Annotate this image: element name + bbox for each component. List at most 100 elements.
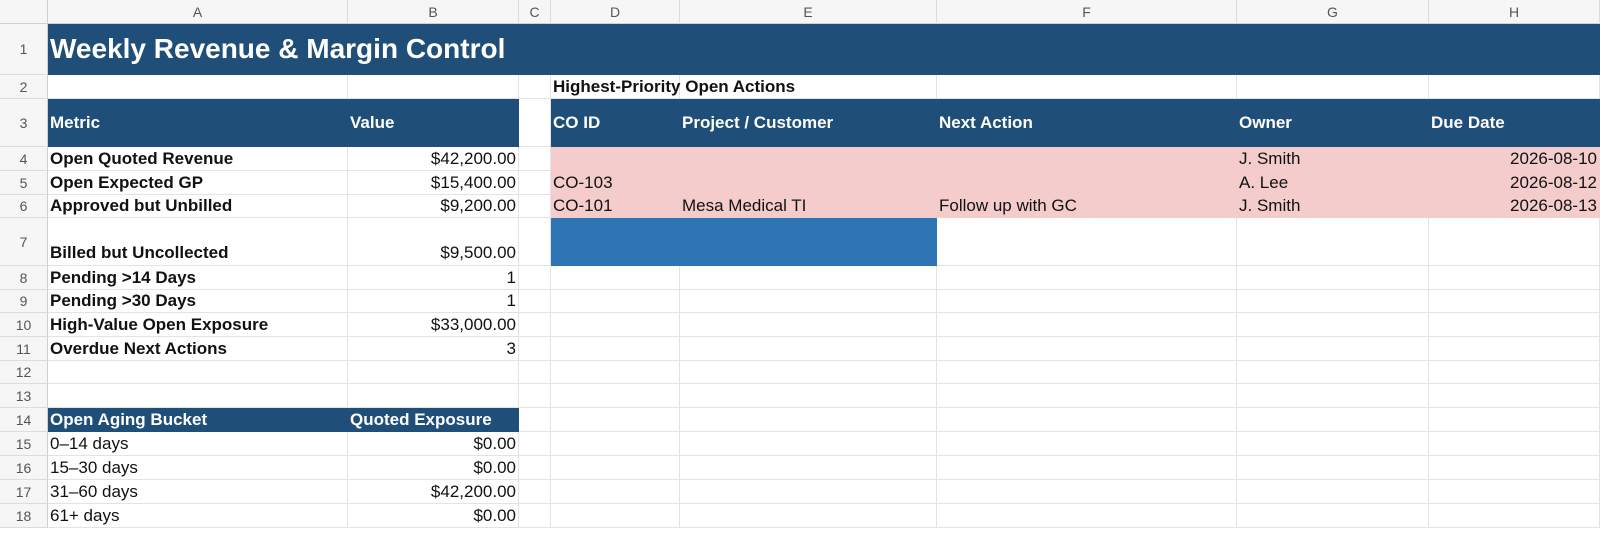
action-co-id-cell[interactable] (551, 147, 680, 171)
cell[interactable] (551, 456, 680, 480)
cell[interactable] (937, 432, 1237, 456)
cell[interactable] (937, 218, 1237, 266)
aging-bucket-label[interactable]: 0–14 days (48, 432, 348, 456)
cell[interactable] (551, 313, 680, 337)
metric-value[interactable]: $15,400.00 (348, 171, 519, 195)
action-next-action-cell[interactable]: Follow up with GC (937, 195, 1237, 218)
spreadsheet-grid[interactable]: A B C D E F G H 1 2 3 4 5 6 7 8 9 10 11 12 13 14 15 16 17 18 Weekl… (0, 0, 1600, 538)
value-header[interactable]: Value (348, 99, 519, 147)
selected-range[interactable] (551, 218, 937, 266)
aging-bucket-header[interactable]: Open Aging Bucket (48, 408, 348, 432)
row-header[interactable]: 12 (0, 361, 48, 384)
cell[interactable] (1429, 313, 1600, 337)
cell[interactable] (937, 384, 1237, 408)
row-header[interactable]: 18 (0, 504, 48, 528)
row-header[interactable]: 13 (0, 384, 48, 408)
cell[interactable] (519, 361, 551, 384)
cell[interactable] (1429, 75, 1600, 99)
cell[interactable] (1429, 480, 1600, 504)
cell[interactable] (1429, 456, 1600, 480)
cell[interactable] (1237, 408, 1429, 432)
metric-label[interactable]: Open Quoted Revenue (48, 147, 348, 171)
row-header[interactable]: 2 (0, 75, 48, 99)
cell[interactable] (937, 313, 1237, 337)
metric-value[interactable]: 3 (348, 337, 519, 361)
cell[interactable] (1237, 218, 1429, 266)
action-co-id-cell[interactable]: CO-103 (551, 171, 680, 195)
cell[interactable] (937, 456, 1237, 480)
row-header[interactable]: 10 (0, 313, 48, 337)
cell[interactable] (1429, 504, 1600, 528)
metric-value[interactable]: $9,500.00 (348, 218, 519, 266)
cell[interactable] (1429, 337, 1600, 361)
metric-label[interactable]: Approved but Unbilled (48, 195, 348, 218)
select-all-corner[interactable] (0, 0, 48, 24)
aging-exposure-value[interactable]: $0.00 (348, 504, 519, 528)
cell[interactable] (519, 480, 551, 504)
cell[interactable] (1237, 337, 1429, 361)
action-co-id-cell[interactable]: CO-101 (551, 195, 680, 218)
cell[interactable] (1429, 218, 1600, 266)
cell[interactable] (519, 456, 551, 480)
column-header[interactable]: F (937, 0, 1237, 24)
action-next-action-cell[interactable] (937, 147, 1237, 171)
action-owner-cell[interactable]: A. Lee (1237, 171, 1429, 195)
row-header[interactable]: 1 (0, 24, 48, 75)
due-date-header[interactable]: Due Date (1429, 99, 1600, 147)
row-header[interactable]: 16 (0, 456, 48, 480)
aging-exposure-value[interactable]: $0.00 (348, 456, 519, 480)
cell[interactable] (937, 266, 1237, 290)
column-header[interactable]: H (1429, 0, 1600, 24)
action-owner-cell[interactable]: J. Smith (1237, 147, 1429, 171)
action-project-cell[interactable] (680, 171, 937, 195)
row-header[interactable]: 9 (0, 290, 48, 313)
action-due-date-cell[interactable]: 2026-08-10 (1429, 147, 1600, 171)
cell[interactable] (937, 504, 1237, 528)
cell[interactable] (1237, 75, 1429, 99)
row-header[interactable]: 14 (0, 408, 48, 432)
cell[interactable] (519, 218, 551, 266)
metric-label[interactable]: Overdue Next Actions (48, 337, 348, 361)
aging-exposure-value[interactable]: $0.00 (348, 432, 519, 456)
row-header[interactable]: 6 (0, 195, 48, 218)
cell[interactable] (519, 171, 551, 195)
next-action-header[interactable]: Next Action (937, 99, 1237, 147)
cell[interactable] (519, 504, 551, 528)
cell[interactable] (519, 147, 551, 171)
project-customer-header[interactable]: Project / Customer (680, 99, 937, 147)
cell[interactable] (551, 432, 680, 456)
row-header[interactable]: 7 (0, 218, 48, 266)
cell[interactable] (48, 361, 348, 384)
metric-value[interactable]: 1 (348, 290, 519, 313)
cell[interactable] (1429, 408, 1600, 432)
cell[interactable] (1237, 504, 1429, 528)
metric-label[interactable]: Open Expected GP (48, 171, 348, 195)
cell[interactable] (680, 290, 937, 313)
owner-header[interactable]: Owner (1237, 99, 1429, 147)
cell[interactable] (519, 313, 551, 337)
column-header[interactable]: A (48, 0, 348, 24)
cell[interactable] (937, 408, 1237, 432)
cell[interactable] (48, 384, 348, 408)
action-due-date-cell[interactable]: 2026-08-12 (1429, 171, 1600, 195)
action-due-date-cell[interactable]: 2026-08-13 (1429, 195, 1600, 218)
cell[interactable] (680, 337, 937, 361)
cell[interactable] (1429, 361, 1600, 384)
cell[interactable] (680, 456, 937, 480)
cell[interactable] (551, 504, 680, 528)
cell[interactable] (1429, 432, 1600, 456)
aging-bucket-label[interactable]: 15–30 days (48, 456, 348, 480)
cell[interactable] (519, 384, 551, 408)
cell[interactable] (1237, 313, 1429, 337)
metric-value[interactable]: $42,200.00 (348, 147, 519, 171)
cell[interactable] (519, 290, 551, 313)
actions-section-title[interactable]: Highest-Priority Open Actions (551, 75, 1237, 99)
metric-label[interactable]: High-Value Open Exposure (48, 313, 348, 337)
cell[interactable] (1429, 384, 1600, 408)
action-project-cell[interactable] (680, 147, 937, 171)
cell[interactable] (519, 432, 551, 456)
action-project-cell[interactable]: Mesa Medical TI (680, 195, 937, 218)
cell[interactable] (680, 384, 937, 408)
cell[interactable] (551, 480, 680, 504)
cell[interactable] (1237, 456, 1429, 480)
